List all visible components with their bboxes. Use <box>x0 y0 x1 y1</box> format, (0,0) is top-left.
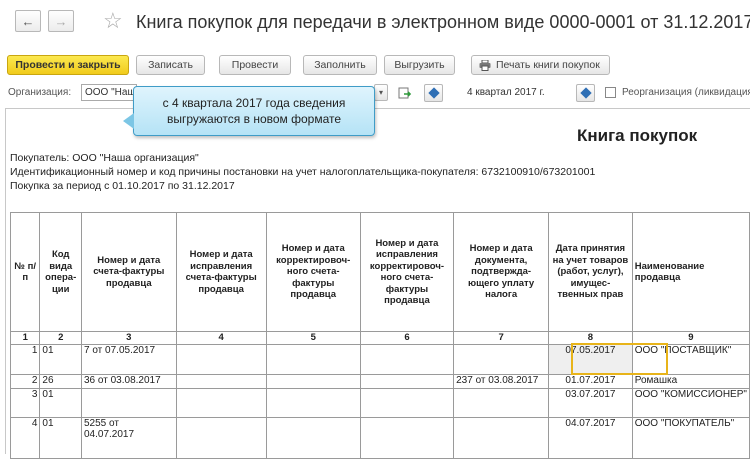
payment-doc-cell <box>453 417 550 459</box>
column-number: 2 <box>39 331 82 345</box>
header-cell: Наименование продавца <box>631 212 750 332</box>
column-number: 8 <box>548 331 633 345</box>
correction-cell <box>265 417 361 459</box>
correction-fix-cell <box>359 417 455 459</box>
header-cell: Номер и дата корректировоч- ного счета-ф… <box>265 212 361 332</box>
fix-cell <box>175 388 267 418</box>
back-button[interactable]: ← <box>15 10 41 32</box>
save-button[interactable]: Записать <box>136 55 205 75</box>
header-cell: Дата принятия на учет товаров (работ, ус… <box>548 212 633 332</box>
info-diamond-icon <box>427 87 440 99</box>
header-row: № п/п Код вида опера- ции Номер и дата с… <box>9 212 750 332</box>
payment-doc-cell <box>453 388 550 418</box>
seller-name-cell: ООО "КОМИССИОНЕР" <box>631 388 750 418</box>
format-tooltip: с 4 квартала 2017 года сведения выгружаю… <box>123 86 375 136</box>
post-button[interactable]: Провести <box>219 55 291 75</box>
invoice-cell: 7 от 07.05.2017 <box>81 344 177 375</box>
correction-cell <box>265 374 361 389</box>
reorganization-label: Реорганизация (ликвидация) <box>622 87 750 98</box>
fix-cell <box>175 344 267 375</box>
operation-code: 01 <box>39 388 82 418</box>
acceptance-date-cell: 03.07.2017 <box>548 388 633 418</box>
forward-button[interactable]: → <box>48 10 74 32</box>
operation-code: 26 <box>39 374 82 389</box>
period-line: Покупка за период с 01.10.2017 по 31.12.… <box>10 180 235 192</box>
operation-code: 01 <box>39 344 82 375</box>
invoice-cell: 5255 от 04.07.2017 <box>81 417 177 459</box>
header-cell: Номер и дата счета-фактуры продавца <box>81 212 177 332</box>
payment-doc-cell: 237 от 03.08.2017 <box>453 374 550 389</box>
acceptance-date-cell: 04.07.2017 <box>548 417 633 459</box>
inn-line: Идентификационный номер и код причины по… <box>10 166 596 178</box>
fix-cell <box>175 417 267 459</box>
column-number: 7 <box>453 331 550 345</box>
acceptance-date-cell: 07.05.2017 <box>548 344 633 375</box>
correction-cell <box>265 388 361 418</box>
header-cell: № п/п <box>9 212 41 332</box>
fill-button[interactable]: Заполнить <box>303 55 377 75</box>
organization-field[interactable]: ООО "Наша организация" <box>81 84 137 101</box>
header-cell: Код вида опера- ции <box>39 212 82 332</box>
arrow-left-icon: ← <box>21 13 35 29</box>
column-number: 6 <box>359 331 455 345</box>
report-title: Книга покупок <box>577 126 698 145</box>
org-label: Организация: <box>8 87 72 98</box>
org-select-button[interactable]: ▾ <box>374 84 388 101</box>
printer-icon <box>479 59 491 71</box>
invoice-cell <box>81 388 177 418</box>
arrow-right-icon: → <box>54 13 68 29</box>
row-number: 4 <box>9 417 41 459</box>
payment-doc-cell <box>453 344 550 375</box>
header-cell: Номер и дата документа, подтвержда- ющег… <box>453 212 550 332</box>
correction-fix-cell <box>359 388 455 418</box>
window-title: Книга покупок для передачи в электронном… <box>136 12 750 32</box>
column-number: 4 <box>175 331 267 345</box>
operation-code: 01 <box>39 417 82 459</box>
header-cell: Номер и дата исправления счета-фактуры п… <box>175 212 267 332</box>
tooltip-arrow <box>123 113 134 129</box>
tooltip-line-1: с 4 квартала 2017 года сведения <box>162 96 346 110</box>
row-number: 2 <box>9 374 41 389</box>
purchase-book-table: № п/п Код вида опера- ции Номер и дата с… <box>9 212 750 459</box>
table-row[interactable]: 4 01 5255 от 04.07.2017 04.07.2017 ООО "… <box>9 417 750 459</box>
correction-fix-cell <box>359 374 455 389</box>
seller-name-cell: ООО "ПОКУПАТЕЛЬ" <box>631 417 750 459</box>
table-row[interactable]: 2 26 36 от 03.08.2017 237 от 03.08.2017 … <box>9 374 750 389</box>
column-number: 1 <box>9 331 41 345</box>
column-number: 3 <box>81 331 177 345</box>
correction-cell <box>265 344 361 375</box>
acceptance-date-cell: 01.07.2017 <box>548 374 633 389</box>
print-purchase-book-button[interactable]: Печать книги покупок <box>471 55 610 75</box>
row-number: 1 <box>9 344 41 375</box>
reorganization-checkbox[interactable] <box>605 87 616 98</box>
period-value: 4 квартал 2017 г. <box>467 87 545 98</box>
post-and-close-button[interactable]: Провести и закрыть <box>7 55 129 75</box>
correction-fix-cell <box>359 344 455 375</box>
export-button[interactable]: Выгрузить <box>384 55 455 75</box>
table-row[interactable]: 3 01 03.07.2017 ООО "КОМИССИОНЕР" <box>9 388 750 418</box>
column-number: 5 <box>265 331 361 345</box>
tooltip-line-2: выгружаются в новом формате <box>166 112 342 126</box>
print-label: Печать книги покупок <box>496 59 600 71</box>
buyer-line: Покупатель: ООО "Наша организация" <box>10 152 199 164</box>
period-diamond-icon <box>579 87 592 99</box>
org-info-button[interactable] <box>424 84 443 102</box>
favorite-star-icon[interactable]: ☆ <box>103 8 123 34</box>
seller-name-cell: Ромашка <box>631 374 750 389</box>
invoice-cell: 36 от 03.08.2017 <box>81 374 177 389</box>
seller-name-cell: ООО "ПОСТАВЩИК" <box>631 344 750 375</box>
table-row[interactable]: 1 01 7 от 07.05.2017 07.05.2017 ООО "ПОС… <box>9 344 750 375</box>
period-select-button[interactable] <box>576 84 595 102</box>
column-number-row: 1 2 3 4 5 6 7 8 9 <box>9 331 750 345</box>
column-number: 9 <box>631 331 750 345</box>
export-file-icon[interactable] <box>398 86 412 100</box>
header-cell: Номер и дата исправления корректировоч- … <box>359 212 455 332</box>
chevron-down-icon: ▾ <box>378 88 383 97</box>
fix-cell <box>175 374 267 389</box>
row-number: 3 <box>9 388 41 418</box>
